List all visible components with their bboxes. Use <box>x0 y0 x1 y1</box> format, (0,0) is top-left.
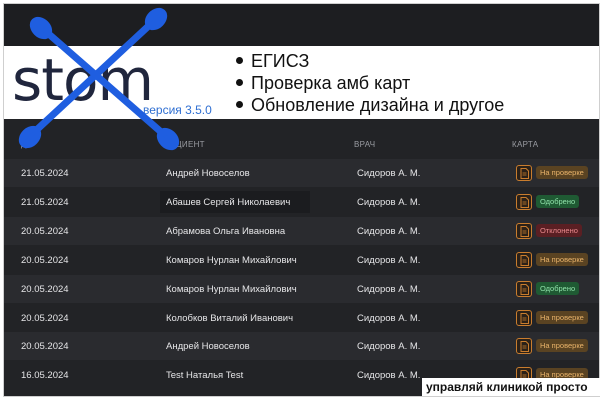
status-badge: На проверке <box>536 310 588 324</box>
header-doctor[interactable]: ВРАЧ <box>354 140 375 149</box>
tagline: управляй клиникой просто <box>422 378 600 396</box>
bullet-icon <box>236 100 243 108</box>
status-badge: На проверке <box>536 252 588 266</box>
cell-date: 20.05.2024 <box>21 225 69 237</box>
cell-date: 20.05.2024 <box>21 254 69 266</box>
cell-patient[interactable]: Test Наталья Test <box>166 370 243 381</box>
header-card[interactable]: КАРТА <box>512 140 538 149</box>
cell-doctor: Сидоров А. М. <box>357 225 421 237</box>
table-row[interactable]: 20.05.2024 Абрамова Ольга Ивановна Сидоров… <box>4 216 599 245</box>
logo-cross-icon <box>18 7 180 151</box>
feature-list: ЕГИСЗ Проверка амб карт Обновление дизай… <box>236 50 504 116</box>
cell-patient[interactable]: Абрамова Ольга Ивановна <box>166 226 285 237</box>
cell-doctor: Сидоров А. М. <box>357 196 421 208</box>
document-icon[interactable] <box>516 338 532 355</box>
cell-patient[interactable]: Колобков Виталий Иванович <box>166 313 293 324</box>
cell-doctor: Сидоров А. М. <box>357 370 421 382</box>
cell-doctor: Сидоров А. М. <box>357 341 421 353</box>
document-icon[interactable] <box>516 309 532 326</box>
screenshot-frame: Д ПАЦИЕНТ ВРАЧ КАРТА 21.05.2024Андрей Но… <box>3 3 600 397</box>
status-badge: На проверке <box>536 339 588 353</box>
document-icon[interactable] <box>516 193 532 210</box>
table-row[interactable]: 20.05.2024 Колобков Виталий Иванович Сидор… <box>4 304 599 332</box>
cell-doctor: Сидоров А. М. <box>357 283 421 295</box>
feature-item: ЕГИСЗ <box>236 50 504 72</box>
cell-doctor: Сидоров А. М. <box>357 254 421 266</box>
cell-date: 21.05.2024 <box>21 168 69 179</box>
table-row[interactable]: 21.05.2024 Абашев Сергей Николаевич Сидоро… <box>4 188 599 216</box>
cell-date: 20.05.2024 <box>21 312 69 324</box>
feature-item: Проверка амб карт <box>236 72 504 94</box>
document-icon[interactable] <box>516 280 532 297</box>
cell-date: 20.05.2024 <box>21 341 69 353</box>
cell-doctor: Сидоров А. М. <box>357 168 421 179</box>
cell-patient[interactable]: Комаров Нурлан Михайлович <box>166 284 297 295</box>
cell-patient[interactable]: Андрей Новоселов <box>166 168 250 179</box>
table-row[interactable]: 20.05.2024 Андрей Новоселов Сидоров А. М. Н… <box>4 332 599 361</box>
document-icon[interactable] <box>516 165 532 181</box>
cell-patient[interactable]: Комаров Нурлан Михайлович <box>166 255 297 266</box>
bullet-icon <box>236 56 243 64</box>
document-icon[interactable] <box>516 222 532 239</box>
status-badge: Одобрено <box>536 194 580 208</box>
status-badge: Отклонено <box>536 223 582 237</box>
cell-date: 16.05.2024 <box>21 370 69 382</box>
table-row[interactable]: 20.05.2024 Комаров Нурлан Михайлович Сидор… <box>4 246 599 274</box>
cell-patient[interactable]: Андрей Новоселов <box>166 341 250 352</box>
bullet-icon <box>236 78 243 86</box>
cell-date: 20.05.2024 <box>21 283 69 295</box>
status-badge: Одобрено <box>536 281 580 295</box>
table-row[interactable]: 20.05.2024 Комаров Нурлан Михайлович Сидор… <box>4 274 599 303</box>
cell-doctor: Сидоров А. М. <box>357 312 421 324</box>
cell-date: 21.05.2024 <box>21 196 69 208</box>
cell-patient[interactable]: Абашев Сергей Николаевич <box>166 197 290 208</box>
document-icon[interactable] <box>516 251 532 268</box>
feature-item: Обновление дизайна и другое <box>236 94 504 116</box>
status-badge: На проверке <box>536 166 588 179</box>
